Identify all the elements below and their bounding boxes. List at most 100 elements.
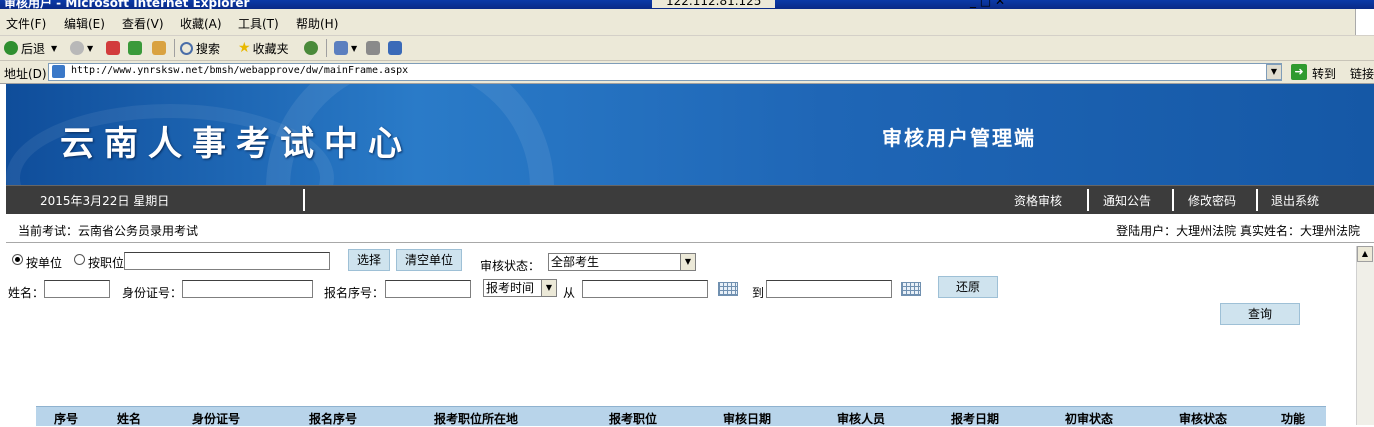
address-bar: 地址(D) http://www.ynrsksw.net/bmsh/webapp… (0, 61, 1374, 84)
login-user-info: 登陆用户：大理州法院 真实姓名：大理州法院 (1116, 224, 1360, 238)
refresh-button[interactable] (128, 39, 145, 57)
home-icon (152, 41, 166, 55)
chevron-down-icon: ▼ (51, 43, 58, 53)
search-icon (180, 41, 193, 55)
chevron-down-icon: ▼ (680, 254, 695, 270)
nav-logout[interactable]: 退出系统 (1271, 192, 1319, 209)
col-header-apply-date: 报考日期 (950, 412, 1000, 426)
mail-button[interactable]: ▼ (334, 39, 357, 57)
browser-toolbar: 后退 ▼ ▼ 搜索 ★ 收藏夹 ▼ (0, 36, 1374, 61)
col-header-reviewer: 审核人员 (836, 412, 886, 426)
results-table-header: 序号 姓名 身份证号 报名序号 报考职位所在地 报考职位 审核日期 审核人员 报… (36, 406, 1326, 426)
site-subtitle: 审核用户管理端 (882, 126, 1036, 150)
time-type-select[interactable]: 报考时间 ▼ (483, 279, 557, 297)
nav-divider (303, 189, 305, 211)
menu-edit[interactable]: 编辑(E) (64, 15, 105, 32)
forward-arrow-icon (70, 41, 84, 55)
stop-button[interactable] (106, 39, 123, 57)
calendar-icon[interactable] (718, 282, 738, 296)
site-banner: 云南人事考试中心 审核用户管理端 (6, 84, 1374, 185)
site-title: 云南人事考试中心 (60, 124, 412, 164)
stop-icon (106, 41, 120, 55)
window-title: 审核用户 - Microsoft Internet Explorer (4, 0, 250, 9)
menu-help[interactable]: 帮助(H) (296, 15, 338, 32)
status-select[interactable]: 全部考生 ▼ (548, 253, 696, 271)
scroll-up-icon[interactable]: ▲ (1357, 246, 1373, 262)
calendar-icon[interactable] (901, 282, 921, 296)
name-label: 姓名： (8, 286, 45, 300)
by-position-radio[interactable] (74, 254, 85, 265)
col-header-position: 报考职位 (608, 412, 658, 426)
search-label: 搜索 (196, 41, 221, 56)
current-exam: 当前考试：云南省公务员录用考试 (18, 224, 199, 238)
nav-qualification-review[interactable]: 资格审核 (1014, 192, 1062, 209)
idcard-input[interactable] (182, 280, 313, 298)
by-unit-radio[interactable] (12, 254, 23, 265)
menu-file[interactable]: 文件(F) (6, 15, 46, 32)
nav-strip: 2015年3月22日 星期日 资格审核 通知公告 修改密码 退出系统 (6, 185, 1374, 214)
windows-logo-icon (1355, 9, 1374, 35)
print-button[interactable] (366, 39, 383, 57)
status-label: 审核状态： (480, 259, 541, 273)
go-arrow-icon[interactable]: ➜ (1291, 64, 1307, 80)
back-label: 后退 (21, 41, 46, 56)
media-button[interactable] (304, 39, 321, 57)
nav-divider (1172, 189, 1174, 211)
col-header-review-status: 审核状态 (1178, 412, 1228, 426)
back-arrow-icon (4, 41, 18, 55)
reset-button[interactable]: 还原 (938, 276, 998, 298)
edit-icon (388, 41, 402, 55)
info-line: 当前考试：云南省公务员录用考试 登陆用户：大理州法院 真实姓名：大理州法院 (6, 214, 1374, 243)
select-button[interactable]: 选择 (348, 249, 390, 271)
by-unit-label: 按单位 (26, 256, 63, 270)
address-url: http://www.ynrsksw.net/bmsh/webapprove/d… (71, 65, 409, 76)
to-date-input[interactable] (766, 280, 892, 298)
nav-notices[interactable]: 通知公告 (1103, 192, 1151, 209)
chevron-down-icon: ▼ (351, 43, 358, 53)
star-icon: ★ (238, 40, 251, 56)
menu-bar: 文件(F) 编辑(E) 查看(V) 收藏(A) 工具(T) 帮助(H) (0, 9, 1374, 36)
menu-favorites[interactable]: 收藏(A) (180, 15, 222, 32)
menu-tools[interactable]: 工具(T) (238, 15, 279, 32)
from-label: 从 (563, 286, 576, 300)
edit-button[interactable] (388, 39, 405, 57)
query-button[interactable]: 查询 (1220, 303, 1300, 325)
name-input[interactable] (44, 280, 110, 298)
vertical-scrollbar[interactable]: ▲ (1356, 246, 1374, 425)
media-icon (304, 41, 318, 55)
idcard-label: 身份证号： (122, 286, 183, 300)
address-input[interactable]: http://www.ynrsksw.net/bmsh/webapprove/d… (48, 63, 1282, 81)
nav-divider (1256, 189, 1258, 211)
current-date: 2015年3月22日 星期日 (40, 194, 170, 208)
chevron-down-icon: ▼ (87, 43, 94, 53)
menu-view[interactable]: 查看(V) (122, 15, 164, 32)
regno-input[interactable] (385, 280, 471, 298)
forward-button[interactable]: ▼ (70, 39, 93, 57)
to-label: 到 (752, 286, 765, 300)
window-controls[interactable]: _ □ ✕ (970, 0, 1005, 8)
print-icon (366, 41, 380, 55)
links-button[interactable]: 链接 (1350, 65, 1374, 82)
by-position-label: 按职位 (88, 256, 125, 270)
unit-input[interactable] (124, 252, 330, 270)
clear-unit-button[interactable]: 清空单位 (396, 249, 462, 271)
favorites-button[interactable]: ★ 收藏夹 (238, 39, 289, 57)
chevron-down-icon: ▼ (541, 280, 556, 296)
window-title-bar: 审核用户 - Microsoft Internet Explorer 122.1… (0, 0, 1374, 9)
go-button[interactable]: 转到 (1312, 65, 1336, 82)
home-button[interactable] (152, 39, 169, 57)
col-header-index: 序号 (53, 412, 79, 426)
time-type-value: 报考时间 (486, 281, 535, 295)
from-date-input[interactable] (582, 280, 708, 298)
page-icon (52, 65, 65, 78)
favorites-label: 收藏夹 (252, 41, 289, 56)
regno-label: 报名序号： (324, 286, 385, 300)
back-button[interactable]: 后退 ▼ (4, 39, 57, 57)
toolbar-divider (174, 39, 175, 57)
window-ip: 122.112.81.125 (652, 0, 776, 8)
search-button[interactable]: 搜索 (180, 39, 220, 57)
nav-change-password[interactable]: 修改密码 (1188, 192, 1236, 209)
address-dropdown-button[interactable]: ▼ (1266, 64, 1282, 80)
col-header-name: 姓名 (116, 412, 142, 426)
col-header-review-date: 审核日期 (722, 412, 772, 426)
